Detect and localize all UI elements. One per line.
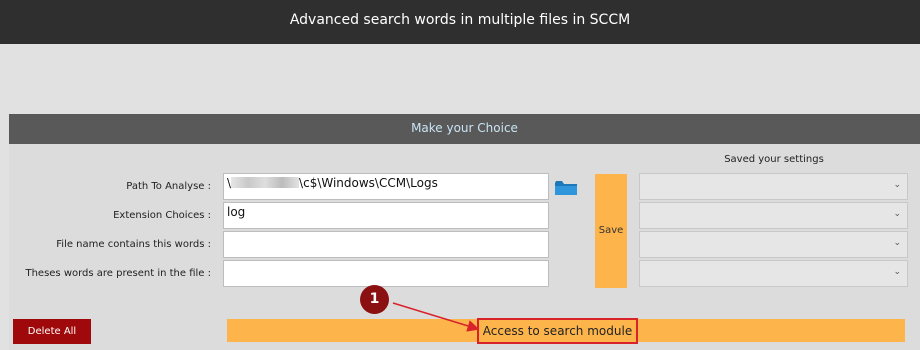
annotation-marker: 1 [360, 285, 389, 314]
extension-input[interactable]: log [223, 202, 549, 229]
extension-label: Extension Choices : [113, 210, 211, 221]
path-input[interactable]: \ \c$\Windows\CCM\Logs [223, 173, 549, 200]
app-title: Advanced search words in multiple files … [289, 12, 631, 28]
chevron-down-icon: ⌄ [893, 238, 901, 248]
chevron-down-icon: ⌄ [893, 180, 901, 190]
filename-input[interactable] [223, 231, 549, 258]
chevron-down-icon: ⌄ [893, 209, 901, 219]
words-label: Theses words are present in the file : [25, 268, 211, 279]
path-label: Path To Analyse : [126, 181, 211, 192]
redacted-hostname [231, 177, 300, 188]
extension-value: log [227, 205, 246, 219]
title-bar: Advanced search words in multiple files … [0, 0, 920, 44]
search-module-label[interactable]: Access to search module [477, 318, 638, 344]
chevron-down-icon: ⌄ [893, 267, 901, 277]
saved-setting-select-1[interactable]: ⌄ [639, 173, 908, 200]
saved-setting-select-2[interactable]: ⌄ [639, 202, 908, 229]
delete-all-button[interactable]: Delete All [13, 319, 91, 344]
saved-setting-select-3[interactable]: ⌄ [639, 231, 908, 258]
panel-title: Make your Choice [411, 121, 518, 135]
filename-label: File name contains this words : [56, 239, 211, 250]
saved-setting-select-4[interactable]: ⌄ [639, 260, 908, 287]
path-value-suffix: \c$\Windows\CCM\Logs [299, 176, 438, 190]
words-input[interactable] [223, 260, 549, 287]
saved-settings-title: Saved your settings [724, 154, 824, 165]
save-button[interactable]: Save [595, 174, 627, 288]
panel-header: Make your Choice [9, 114, 920, 144]
folder-icon[interactable] [554, 180, 578, 196]
